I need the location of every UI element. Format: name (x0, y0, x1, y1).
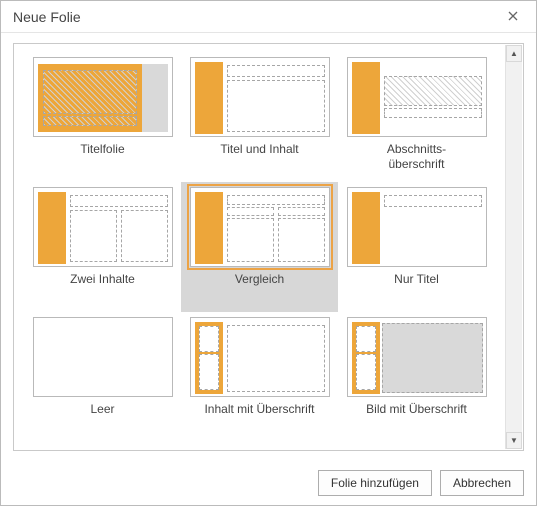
layout-thumb (33, 57, 173, 137)
layout-label: Zwei Inhalte (70, 268, 135, 300)
new-slide-dialog: Neue Folie (0, 0, 537, 506)
cancel-button[interactable]: Abbrechen (440, 470, 524, 496)
titlebar: Neue Folie (1, 1, 536, 33)
layout-label: Leer (90, 398, 114, 430)
layout-title-only[interactable]: Nur Titel (338, 182, 495, 312)
layout-thumb (190, 187, 330, 267)
dialog-body: Titelfolie Titel und Inhalt (1, 33, 536, 461)
layout-panel: Titelfolie Titel und Inhalt (13, 43, 524, 451)
dialog-title: Neue Folie (13, 9, 498, 25)
scroll-down-button[interactable]: ▼ (506, 432, 522, 449)
scroll-up-button[interactable]: ▲ (506, 45, 522, 62)
layout-label: Titelfolie (80, 138, 124, 170)
layout-title-content[interactable]: Titel und Inhalt (181, 52, 338, 182)
chevron-down-icon: ▼ (510, 436, 518, 445)
layout-section-header[interactable]: Abschnitts- überschrift (338, 52, 495, 182)
layout-thumb (190, 57, 330, 137)
layout-thumb (190, 317, 330, 397)
layout-title-slide[interactable]: Titelfolie (24, 52, 181, 182)
layout-blank[interactable]: Leer (24, 312, 181, 442)
add-slide-button[interactable]: Folie hinzufügen (318, 470, 432, 496)
layout-thumb (347, 187, 487, 267)
layout-label: Inhalt mit Überschrift (204, 398, 314, 430)
layout-label: Vergleich (235, 268, 284, 300)
layout-grid: Titelfolie Titel und Inhalt (24, 52, 495, 442)
dialog-footer: Folie hinzufügen Abbrechen (1, 461, 536, 505)
layout-comparison[interactable]: Vergleich (181, 182, 338, 312)
scrollbar[interactable]: ▲ ▼ (505, 45, 522, 449)
layout-two-content[interactable]: Zwei Inhalte (24, 182, 181, 312)
close-button[interactable] (498, 2, 528, 32)
layout-content-caption[interactable]: Inhalt mit Überschrift (181, 312, 338, 442)
layout-thumb (33, 187, 173, 267)
layout-label: Titel und Inhalt (220, 138, 298, 170)
layout-label: Bild mit Überschrift (366, 398, 467, 430)
chevron-up-icon: ▲ (510, 49, 518, 58)
layout-picture-caption[interactable]: Bild mit Überschrift (338, 312, 495, 442)
close-icon (508, 9, 518, 24)
layout-label: Nur Titel (394, 268, 439, 300)
layout-thumb (347, 317, 487, 397)
layout-thumb (347, 57, 487, 137)
layout-label: Abschnitts- überschrift (387, 138, 446, 170)
layout-thumb (33, 317, 173, 397)
